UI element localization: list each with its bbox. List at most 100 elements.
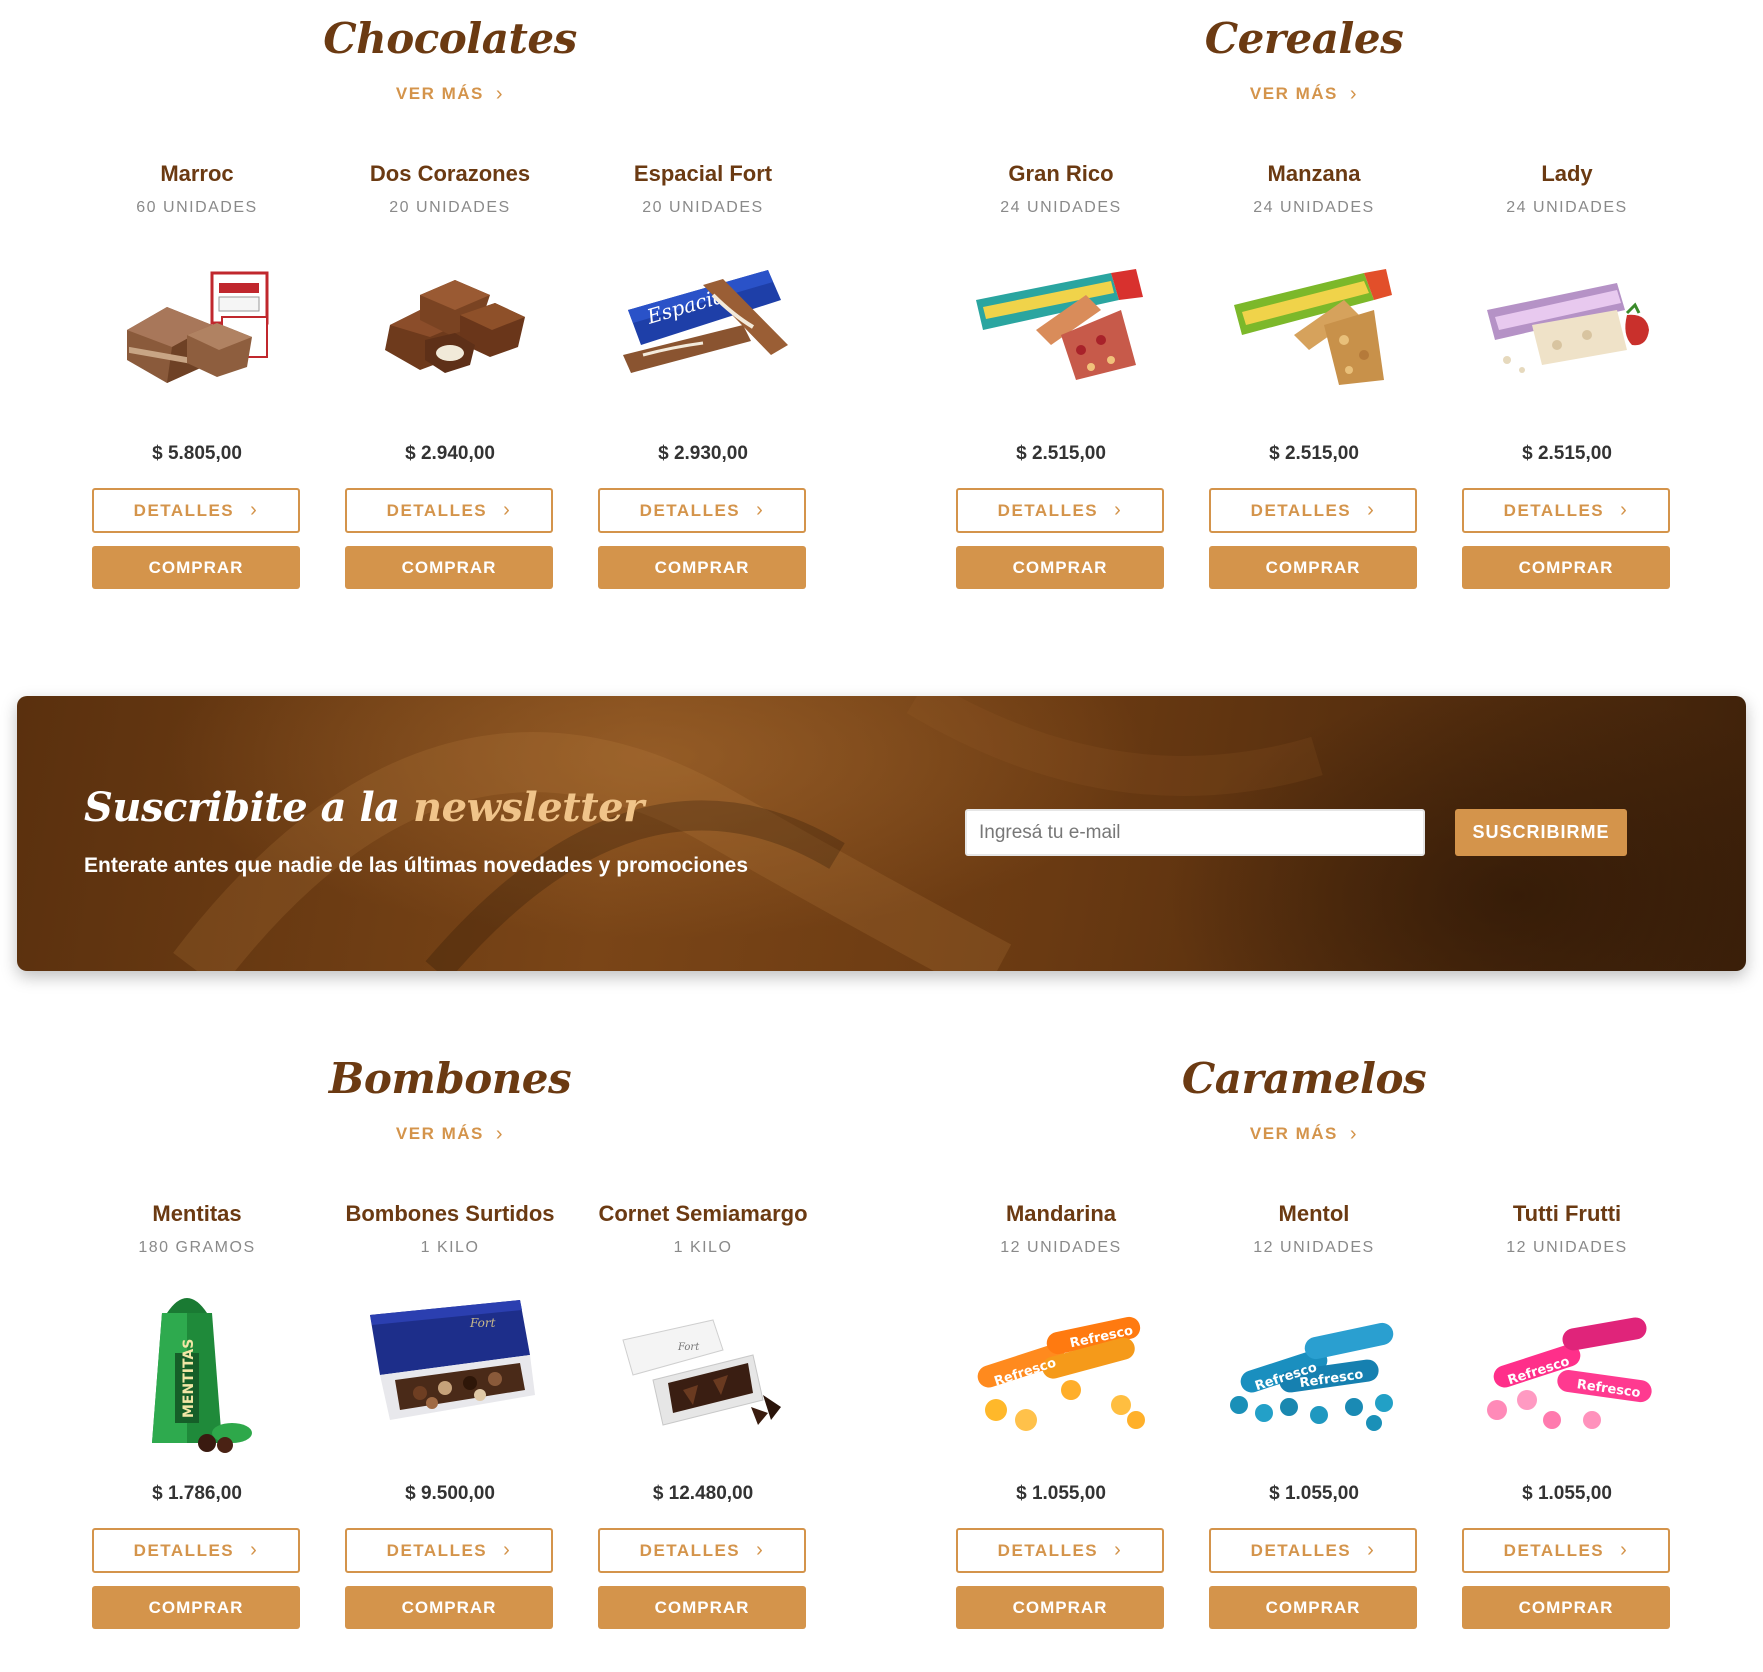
chevron-right-icon: › — [1349, 1123, 1359, 1145]
ver-mas-link[interactable]: VER MÁS › — [0, 1122, 900, 1145]
detalles-label: DETALLES — [997, 1540, 1099, 1560]
detalles-button[interactable]: DETALLES › — [345, 1528, 553, 1573]
product-price: $ 5.805,00 — [152, 443, 242, 464]
ver-mas-label: VER MÁS — [1249, 84, 1338, 103]
detalles-label: DETALLES — [133, 500, 235, 520]
chocolate-bar-image[interactable] — [107, 255, 287, 395]
detalles-button[interactable]: DETALLES › — [598, 488, 806, 533]
product-name: Cornet Semiamargo — [598, 1201, 808, 1226]
product-quantity: 180 GRAMOS — [138, 1239, 256, 1256]
detalles-label: DETALLES — [639, 500, 741, 520]
cereal-bar-image[interactable] — [1224, 255, 1404, 395]
comprar-button[interactable]: COMPRAR — [1209, 1586, 1417, 1629]
product-price: $ 2.515,00 — [1016, 443, 1106, 464]
comprar-button[interactable]: COMPRAR — [598, 1586, 806, 1629]
comprar-button[interactable]: COMPRAR — [956, 1586, 1164, 1629]
product-price: $ 1.786,00 — [152, 1483, 242, 1504]
detalles-button[interactable]: DETALLES › — [92, 1528, 300, 1573]
product-name: Mentol — [1278, 1201, 1350, 1226]
comprar-button[interactable]: COMPRAR — [1462, 1586, 1670, 1629]
product-card: Gran Rico 24 UNIDADES $ 2.515,00 DETALLE… — [956, 155, 1166, 595]
chocolate-pieces-image[interactable] — [360, 255, 540, 395]
chevron-right-icon: › — [495, 83, 505, 105]
detalles-label: DETALLES — [997, 500, 1099, 520]
product-card: Mentol 12 UNIDADES Refresco Refresco $ 1… — [1209, 1195, 1419, 1635]
product-name: Bombones Surtidos — [345, 1201, 555, 1226]
comprar-button[interactable]: COMPRAR — [92, 546, 300, 589]
comprar-button[interactable]: COMPRAR — [598, 546, 806, 589]
ver-mas-link[interactable]: VER MÁS › — [0, 82, 900, 105]
product-quantity: 12 UNIDADES — [1506, 1239, 1628, 1256]
bonbon-box-image[interactable]: Fort — [360, 1295, 540, 1435]
chevron-right-icon: › — [250, 499, 259, 521]
detalles-button[interactable]: DETALLES › — [1209, 1528, 1417, 1573]
newsletter-title-accent: newsletter — [413, 784, 644, 831]
product-quantity: 20 UNIDADES — [389, 199, 511, 216]
chevron-right-icon: › — [503, 1539, 512, 1561]
product-price: $ 2.940,00 — [405, 443, 495, 464]
candy-roll-image[interactable]: Refresco Refresco — [971, 1295, 1151, 1435]
chevron-right-icon: › — [756, 499, 765, 521]
cereal-bar-image[interactable] — [971, 255, 1151, 395]
product-price: $ 1.055,00 — [1269, 1483, 1359, 1504]
detalles-button[interactable]: DETALLES › — [1462, 488, 1670, 533]
product-list: Marroc 60 UNIDADES $ 5.805,00 DETALLES › — [0, 155, 880, 595]
detalles-button[interactable]: DETALLES › — [956, 1528, 1164, 1573]
detalles-label: DETALLES — [1503, 1540, 1605, 1560]
comprar-button[interactable]: COMPRAR — [1209, 546, 1417, 589]
product-quantity: 24 UNIDADES — [1506, 199, 1628, 216]
detalles-label: DETALLES — [133, 1540, 235, 1560]
product-card: Mandarina 12 UNIDADES Refresco Refresco … — [956, 1195, 1166, 1635]
chocolate-bar-wrapped-image[interactable]: Espacial — [613, 255, 793, 395]
product-name: Mentitas — [152, 1201, 242, 1226]
product-name: Marroc — [160, 161, 234, 186]
product-card: Marroc 60 UNIDADES $ 5.805,00 DETALLES › — [92, 155, 302, 595]
detalles-button[interactable]: DETALLES › — [956, 488, 1164, 533]
product-name: Tutti Frutti — [1512, 1201, 1622, 1226]
comprar-button[interactable]: COMPRAR — [345, 1586, 553, 1629]
ver-mas-label: VER MÁS — [395, 1124, 484, 1143]
chevron-right-icon: › — [1367, 499, 1376, 521]
newsletter-subtitle: Enterate antes que nadie de las últimas … — [84, 854, 749, 877]
category-title: Chocolates — [323, 14, 577, 63]
detalles-button[interactable]: DETALLES › — [1462, 1528, 1670, 1573]
product-card: Mentitas 180 GRAMOS MENTITAS $ 1.786,00 … — [92, 1195, 302, 1635]
candy-roll-image[interactable]: Refresco Refresco — [1224, 1295, 1404, 1435]
product-name: Lady — [1541, 161, 1593, 186]
cornet-box-image[interactable]: Fort — [613, 1295, 793, 1435]
detalles-button[interactable]: DETALLES › — [1209, 488, 1417, 533]
detalles-button[interactable]: DETALLES › — [598, 1528, 806, 1573]
chevron-right-icon: › — [1349, 83, 1359, 105]
product-price: $ 1.055,00 — [1522, 1483, 1612, 1504]
comprar-button[interactable]: COMPRAR — [956, 546, 1164, 589]
detalles-button[interactable]: DETALLES › — [345, 488, 553, 533]
product-list: Mandarina 12 UNIDADES Refresco Refresco … — [864, 1195, 1744, 1635]
product-quantity: 12 UNIDADES — [1253, 1239, 1375, 1256]
chevron-right-icon: › — [756, 1539, 765, 1561]
category-title: Cereales — [1204, 14, 1404, 63]
newsletter-title: Suscribite a la newsletter — [84, 784, 644, 831]
detalles-button[interactable]: DETALLES › — [92, 488, 300, 533]
category-title: Caramelos — [1181, 1054, 1427, 1103]
comprar-button[interactable]: COMPRAR — [92, 1586, 300, 1629]
product-quantity: 20 UNIDADES — [642, 199, 764, 216]
mint-box-image[interactable]: MENTITAS — [107, 1283, 287, 1453]
product-price: $ 2.930,00 — [658, 443, 748, 464]
newsletter-banner: Suscribite a la newsletter Enterate ante… — [17, 696, 1746, 971]
comprar-button[interactable]: COMPRAR — [345, 546, 553, 589]
ver-mas-link[interactable]: VER MÁS › — [864, 82, 1744, 105]
product-name: Dos Corazones — [369, 161, 531, 186]
product-quantity: 12 UNIDADES — [1000, 1239, 1122, 1256]
product-name: Gran Rico — [1008, 161, 1114, 186]
subscribe-button[interactable]: SUSCRIBIRME — [1455, 809, 1627, 856]
ver-mas-link[interactable]: VER MÁS › — [864, 1122, 1744, 1145]
email-field[interactable] — [965, 809, 1425, 856]
svg-text:Fort: Fort — [677, 1342, 700, 1353]
product-card: Cornet Semiamargo 1 KILO Fort $ 12.480,0… — [598, 1195, 808, 1635]
detalles-label: DETALLES — [1250, 1540, 1352, 1560]
product-card: Lady 24 UNIDADES $ 2.515,00 DETALLES › CO… — [1462, 155, 1672, 595]
comprar-button[interactable]: COMPRAR — [1462, 546, 1670, 589]
candy-roll-image[interactable]: Refresco Refresco — [1477, 1295, 1657, 1435]
cereal-bar-image[interactable] — [1477, 255, 1657, 395]
product-name: Mandarina — [1005, 1201, 1117, 1226]
